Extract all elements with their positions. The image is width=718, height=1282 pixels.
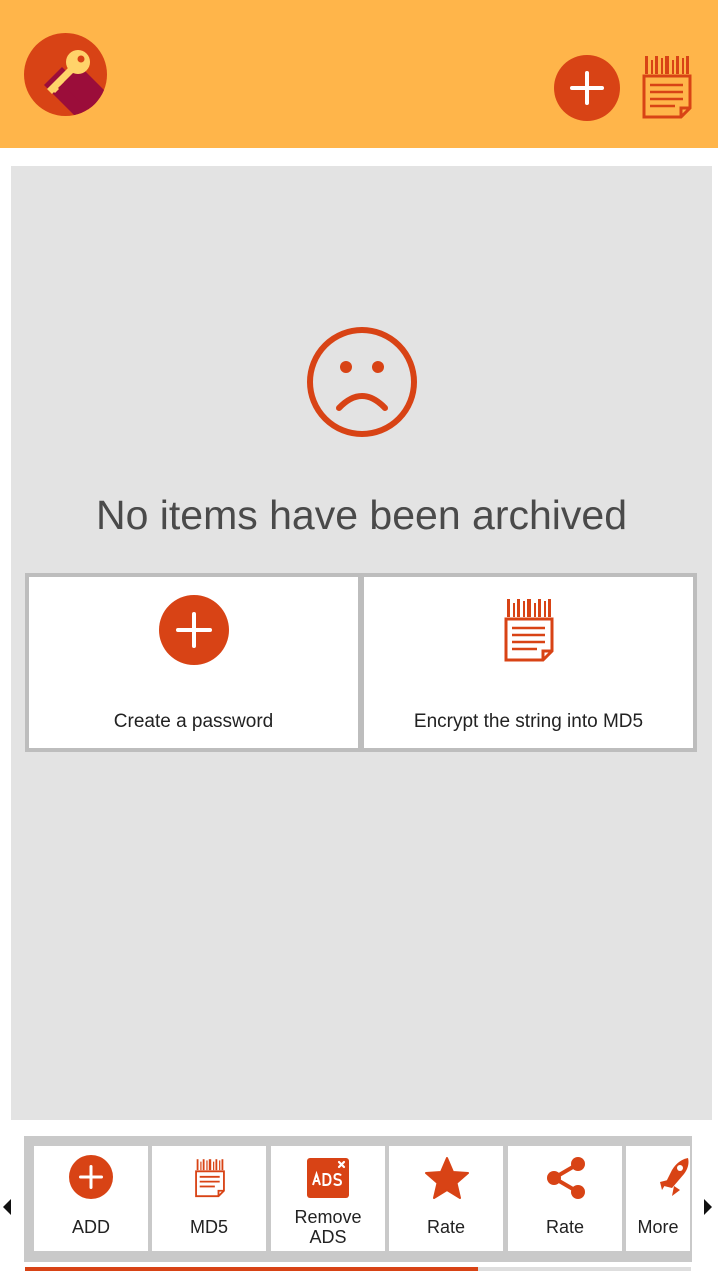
create-password-card[interactable]: Create a password	[29, 577, 358, 748]
add-button[interactable]	[554, 55, 620, 121]
action-grid: Create a password Encrypt the string int…	[25, 573, 697, 752]
key-icon	[24, 33, 107, 116]
bottom-add-button[interactable]: ADD	[34, 1146, 148, 1251]
remove-ads-label-line1: Remove	[294, 1207, 362, 1227]
remove-ads-label-line2: ADS	[309, 1227, 347, 1247]
sad-face-icon	[307, 327, 417, 437]
bottom-add-label: ADD	[71, 1217, 110, 1237]
bottom-md5-button[interactable]: MD5	[152, 1146, 266, 1251]
plus-circle-icon	[159, 595, 229, 665]
rocket-icon	[660, 1158, 689, 1196]
bottom-share-button[interactable]: Rate	[508, 1146, 622, 1251]
bottom-bar-scrollbar[interactable]	[25, 1267, 691, 1271]
bottom-action-bar: ADD MD5 Remove ADS Rate Rate More	[24, 1136, 692, 1262]
bottom-share-label: Rate	[545, 1217, 585, 1237]
bottom-rate-button[interactable]: Rate	[389, 1146, 503, 1251]
empty-state-message: No items have been archived	[95, 492, 628, 538]
scroll-right-arrow-icon[interactable]	[704, 1199, 712, 1215]
md5-button[interactable]	[641, 54, 693, 120]
bottom-more-button[interactable]: More	[626, 1146, 690, 1251]
remove-ads-icon	[307, 1158, 349, 1198]
main-content: No items have been archived Create a pas…	[11, 166, 712, 1120]
scrollbar-thumb[interactable]	[25, 1267, 478, 1271]
bottom-remove-ads-button[interactable]: Remove ADS	[271, 1146, 385, 1251]
encrypt-md5-card[interactable]: Encrypt the string into MD5	[364, 577, 693, 748]
md5-document-icon	[195, 1159, 225, 1198]
star-icon	[425, 1157, 469, 1199]
bottom-more-label: More	[637, 1217, 679, 1237]
bottom-rate-label: Rate	[426, 1217, 466, 1237]
plus-circle-icon	[69, 1155, 113, 1199]
scroll-left-arrow-icon[interactable]	[3, 1199, 11, 1215]
bottom-remove-ads-label: Remove ADS	[271, 1207, 385, 1247]
share-icon	[547, 1157, 585, 1199]
create-password-label: Create a password	[113, 711, 274, 732]
encrypt-md5-label: Encrypt the string into MD5	[413, 711, 644, 732]
app-header	[0, 0, 718, 148]
md5-document-icon	[504, 599, 554, 662]
bottom-md5-label: MD5	[189, 1217, 228, 1237]
